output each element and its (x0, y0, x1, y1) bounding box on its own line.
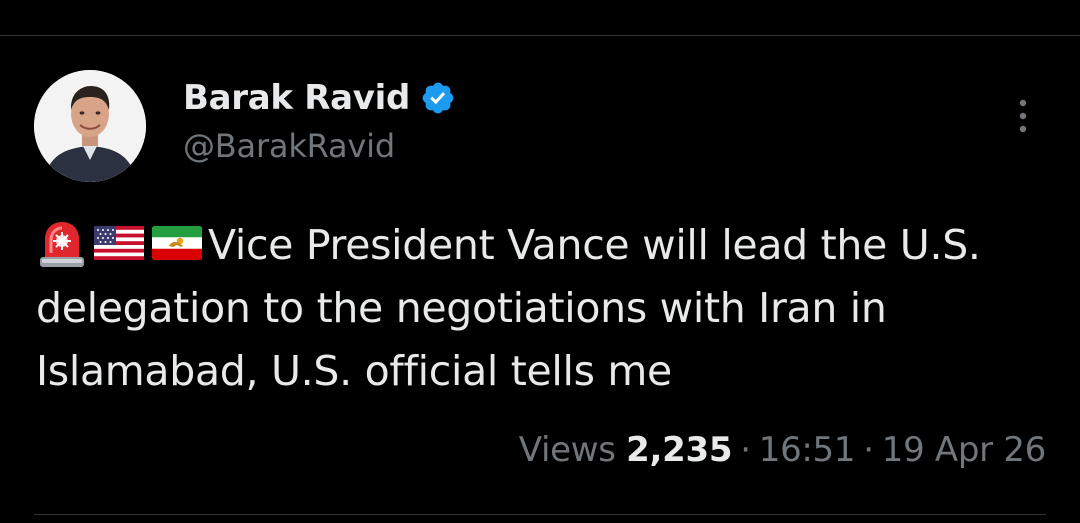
author-row: Barak Ravid (183, 76, 456, 120)
us-flag-emoji-icon (92, 219, 146, 265)
meta-separator: · (740, 430, 751, 470)
iran-lion-sun-flag-emoji-icon (150, 219, 204, 265)
views-count[interactable]: 2,235 (626, 430, 732, 470)
tweet-body: Vice President Vance will lead the U.S. … (36, 214, 1056, 403)
tweet-meta: Views 2,235 · 16:51 · 19 Apr 26 (518, 430, 1047, 470)
siren-emoji-icon (36, 219, 88, 269)
views-label: Views (518, 430, 616, 470)
tweet-time[interactable]: 16:51 (759, 430, 856, 470)
more-options-icon[interactable] (1008, 96, 1038, 136)
meta-separator: · (863, 430, 874, 470)
tweet-date[interactable]: 19 Apr 26 (882, 430, 1047, 470)
author-handle[interactable]: @BarakRavid (183, 127, 395, 165)
author-display-name[interactable]: Barak Ravid (183, 78, 410, 118)
verified-badge-icon (420, 80, 456, 116)
bottom-divider (34, 514, 1046, 515)
avatar[interactable] (34, 70, 146, 182)
top-divider (0, 35, 1080, 36)
